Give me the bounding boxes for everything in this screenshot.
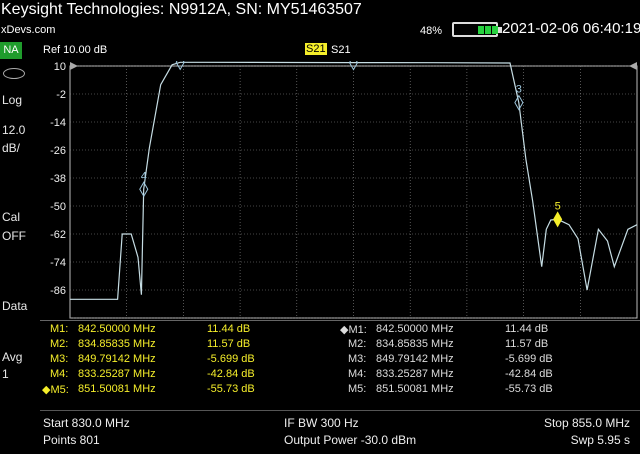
site-label: xDevs.com [1, 24, 56, 36]
avg-value: 1 [2, 367, 9, 381]
marker-frequency: 851.50081 MHz [78, 383, 156, 395]
scale-mode: Log [2, 93, 23, 107]
output-power[interactable]: Output Power -30.0 dBm [284, 433, 416, 447]
y-tick-label: -86 [50, 285, 66, 297]
start-frequency[interactable]: Start 830.0 MHz [43, 416, 130, 430]
y-tick-label: -2 [56, 89, 66, 101]
sweep-points[interactable]: Points 801 [43, 433, 100, 447]
y-tick-label: -50 [50, 201, 66, 213]
marker-value: -55.73 dB [505, 383, 553, 395]
marker-value: 11.44 dB [505, 323, 549, 335]
marker-frequency: 833.25287 MHz [376, 368, 454, 380]
marker-row[interactable]: M3: 849.79142 MHz -5.699 dB [338, 353, 633, 367]
y-tick-label: -74 [50, 257, 66, 269]
instrument-title: Keysight Technologies: N9912A, SN: MY514… [1, 1, 362, 18]
left-status-panel: NA Log 12.0 dB/ Cal OFF Data Avg 1 [0, 42, 30, 454]
sweep-footer: Start 830.0 MHz IF BW 300 Hz Stop 855.0 … [40, 410, 640, 454]
ref-arrow-right [629, 62, 637, 70]
marker-row[interactable]: ◆M5: 851.50081 MHz -55.73 dB [40, 383, 335, 397]
marker-frequency: 834.85835 MHz [78, 338, 156, 350]
y-tick-label: -38 [50, 173, 66, 185]
y-tick-label: -62 [50, 229, 66, 241]
y-tick-label: -14 [50, 117, 66, 129]
sweep-icon [3, 68, 25, 79]
marker-value: -55.73 dB [207, 383, 255, 395]
marker-row[interactable]: M5: 851.50081 MHz -55.73 dB [338, 383, 633, 397]
marker-name: M2: [50, 338, 69, 350]
marker-value: -5.699 dB [505, 353, 553, 365]
marker-label: 5 [555, 200, 561, 212]
s21-plot[interactable]: 10-2-14-26-38-50-62-74-8612345 [40, 61, 640, 320]
marker-frequency: 851.50081 MHz [376, 383, 454, 395]
marker-row[interactable]: ◆M1: 842.50000 MHz 11.44 dB [338, 323, 633, 337]
marker-name: M5: [348, 383, 367, 395]
marker-row[interactable]: M2: 834.85835 MHz 11.57 dB [338, 338, 633, 352]
stop-frequency[interactable]: Stop 855.0 MHz [544, 416, 630, 430]
marker-value: 11.57 dB [207, 338, 251, 350]
marker-name: M1: [50, 323, 69, 335]
marker-name: M4: [50, 368, 69, 380]
sweep-time[interactable]: Swp 5.95 s [571, 433, 630, 447]
cal-state: OFF [2, 229, 26, 243]
marker-5 [553, 211, 563, 228]
marker-name: M3: [348, 353, 367, 365]
mode-badge[interactable]: NA [0, 42, 22, 59]
data-label: Data [2, 299, 28, 313]
marker-row[interactable]: M2: 834.85835 MHz 11.57 dB [40, 338, 335, 352]
marker-table: M1: 842.50000 MHz 11.44 dB M2: 834.85835 MHz… [40, 320, 640, 410]
marker-name: ◆M5: [42, 384, 69, 396]
marker-value: -42.84 dB [505, 368, 553, 380]
marker-value: -5.699 dB [207, 353, 255, 365]
marker-value: 11.44 dB [207, 323, 251, 335]
marker-frequency: 833.25287 MHz [78, 368, 156, 380]
scale-value: 12.0 [2, 123, 26, 137]
reference-level[interactable]: Ref 10.00 dB [43, 44, 107, 56]
y-tick-label: -26 [50, 145, 66, 157]
plot-header: Ref 10.00 dB S21 S21 [40, 42, 640, 60]
marker-frequency: 849.79142 MHz [376, 353, 454, 365]
trace-label[interactable]: S21 [331, 44, 351, 56]
marker-row[interactable]: M4: 833.25287 MHz -42.84 dB [40, 368, 335, 382]
marker-name: M2: [348, 338, 367, 350]
ref-arrow-left [70, 62, 78, 70]
active-trace-label[interactable]: S21 [305, 43, 327, 55]
marker-row[interactable]: M4: 833.25287 MHz -42.84 dB [338, 368, 633, 382]
marker-frequency: 834.85835 MHz [376, 338, 454, 350]
battery-icon [452, 22, 502, 37]
y-tick-label: 10 [54, 61, 66, 73]
marker-label: 4 [141, 170, 147, 182]
marker-label: 3 [516, 84, 522, 96]
plot-svg: 10-2-14-26-38-50-62-74-8612345 [50, 61, 638, 319]
marker-value: 11.57 dB [505, 338, 549, 350]
marker-row[interactable]: M3: 849.79142 MHz -5.699 dB [40, 353, 335, 367]
marker-frequency: 842.50000 MHz [376, 323, 454, 335]
marker-frequency: 842.50000 MHz [78, 323, 156, 335]
marker-name: M4: [348, 368, 367, 380]
datetime: 2021-02-06 06:40:19 [502, 20, 640, 37]
battery-percent: 48% [420, 25, 443, 37]
marker-name: M3: [50, 353, 69, 365]
marker-value: -42.84 dB [207, 368, 255, 380]
if-bandwidth[interactable]: IF BW 300 Hz [284, 416, 359, 430]
marker-frequency: 849.79142 MHz [78, 353, 156, 365]
scale-unit: dB/ [2, 141, 21, 155]
marker-name: ◆M1: [340, 324, 367, 336]
avg-label: Avg [2, 350, 23, 364]
marker-row[interactable]: M1: 842.50000 MHz 11.44 dB [40, 323, 335, 337]
cal-label: Cal [2, 210, 21, 224]
